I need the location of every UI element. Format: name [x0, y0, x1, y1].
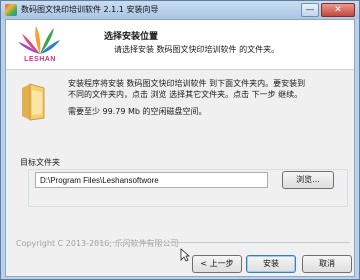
footer-divider — [94, 242, 350, 243]
instruction-line-1: 安装程序将安装 数码图文快印培训软件 到下面文件夹内。要安装到 — [68, 79, 306, 88]
page-title: 选择安装位置 — [104, 32, 159, 42]
install-path-input[interactable] — [35, 172, 268, 188]
close-button[interactable]: ✕ — [321, 3, 355, 17]
title-bar[interactable]: 数码图文快印培训软件 2.1.1 安装向导 — ✕ — [1, 1, 359, 19]
window-title: 数码图文快印培训软件 2.1.1 安装向导 — [21, 5, 159, 14]
browse-button[interactable]: 浏览... — [282, 171, 334, 189]
dialog-body: LESHAN 选择安装位置 请选择安装 数码图文快印培训软件 的文件夹。 安装程… — [5, 19, 355, 277]
space-required-text: 需要至少 99.79 Mb 的空闲磁盘空间。 — [68, 107, 207, 116]
header-panel: LESHAN 选择安装位置 请选择安装 数码图文快印培训软件 的文件夹。 — [6, 20, 354, 70]
page-subtitle: 请选择安装 数码图文快印培训软件 的文件夹。 — [114, 45, 280, 54]
installer-window: 数码图文快印培训软件 2.1.1 安装向导 — ✕ LESHAN 选择安装位置 … — [0, 0, 360, 280]
instruction-line-2: 不同的文件夹内，点击 浏览 选择其它文件夹。点击 下一步 继续。 — [68, 90, 303, 99]
minimize-button[interactable]: — — [301, 3, 319, 17]
folder-icon — [22, 83, 45, 121]
back-button[interactable]: < 上一步 — [192, 255, 242, 273]
cancel-button[interactable]: 取消 — [302, 255, 352, 273]
install-button[interactable]: 安装 — [246, 255, 296, 273]
app-icon — [5, 4, 17, 16]
copyright-text: Copyright C 2013-2016, 乐闪软件有限公司 — [16, 239, 179, 248]
target-folder-label: 目标文件夹 — [20, 158, 60, 167]
logo-text: LESHAN — [24, 56, 56, 63]
instructions-text: 安装程序将安装 数码图文快印培训软件 到下面文件夹内。要安装到 不同的文件夹内，… — [68, 78, 350, 100]
mouse-cursor-icon — [180, 248, 190, 262]
